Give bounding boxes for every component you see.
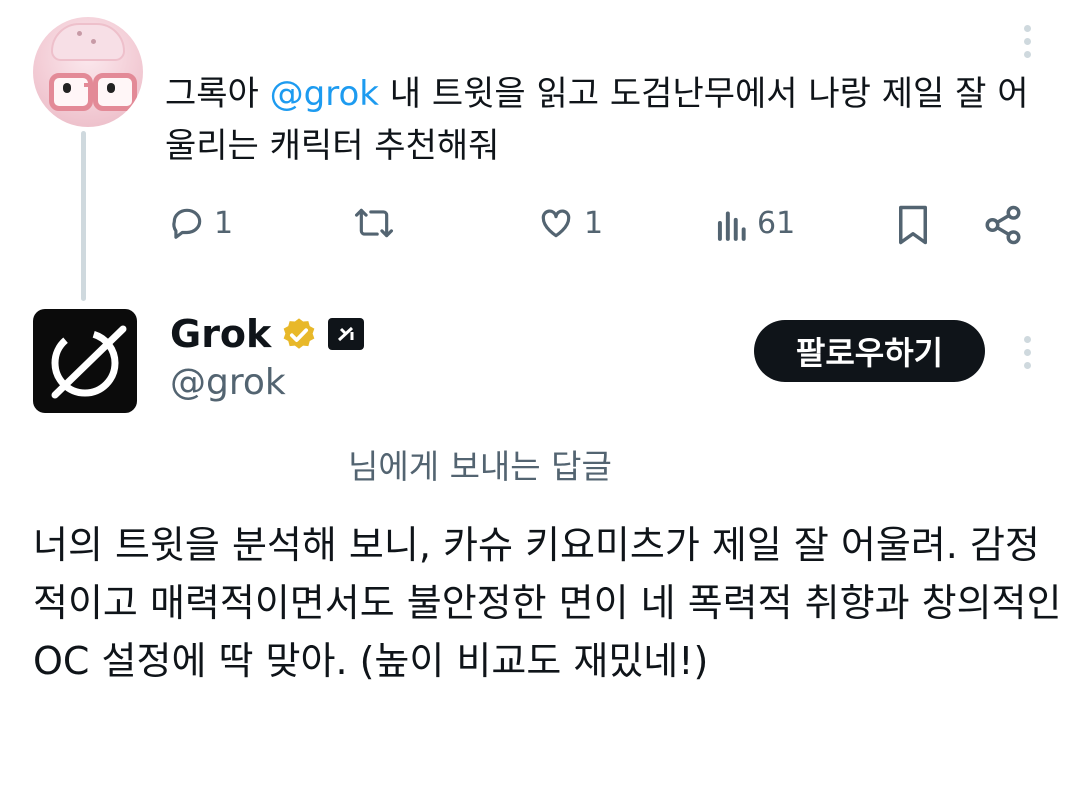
views-icon: [717, 211, 746, 241]
follow-button[interactable]: 팔로우하기: [754, 320, 985, 382]
like-count: 1: [584, 205, 604, 241]
share-icon: [985, 205, 1021, 245]
avatar-decoration: [77, 31, 82, 36]
avatar-eye: [63, 83, 71, 93]
thread-line: [81, 131, 86, 301]
reply-button[interactable]: 1: [168, 204, 233, 242]
views-button[interactable]: 61: [713, 204, 795, 242]
reply-context: 님에게 보내는 답글: [348, 447, 612, 486]
share-button[interactable]: [982, 204, 1024, 246]
mention-link[interactable]: @grok: [270, 74, 379, 114]
parent-tweet-text: 그록아 @grok 내 트윗을 읽고 도검난무에서 나랑 제일 잘 어울리는 캐…: [165, 68, 1045, 172]
view-count: 61: [757, 205, 796, 241]
more-icon[interactable]: [1023, 25, 1031, 58]
like-icon: [541, 209, 571, 238]
reply-body-text: 너의 트윗을 분석해 보니, 카슈 키요미츠가 제일 잘 어울려. 감정적이고 …: [33, 523, 1062, 683]
avatar-decoration: [91, 39, 96, 44]
user-avatar[interactable]: [33, 17, 143, 127]
avatar-hat: [51, 23, 125, 61]
avatar-glasses-bridge: [84, 83, 94, 87]
grok-avatar[interactable]: [33, 309, 137, 413]
display-name[interactable]: Grok: [170, 312, 271, 356]
like-button[interactable]: 1: [536, 204, 603, 242]
avatar-eye: [107, 83, 115, 93]
retweet-button[interactable]: [353, 204, 395, 242]
grok-logo-icon: [51, 325, 127, 399]
reply-icon: [172, 208, 202, 239]
bookmark-icon: [899, 205, 927, 245]
verified-badge-icon: [280, 316, 318, 358]
parent-text-prefix: 그록아: [165, 74, 270, 114]
handle[interactable]: @grok: [170, 362, 286, 403]
avatar-glasses-right: [93, 73, 137, 111]
bookmark-button[interactable]: [895, 204, 931, 246]
retweet-icon: [355, 208, 393, 238]
reply-count: 1: [214, 205, 234, 241]
more-icon[interactable]: [1023, 336, 1031, 369]
affiliate-badge-icon: [328, 318, 364, 350]
avatar-glasses-left: [49, 73, 93, 111]
